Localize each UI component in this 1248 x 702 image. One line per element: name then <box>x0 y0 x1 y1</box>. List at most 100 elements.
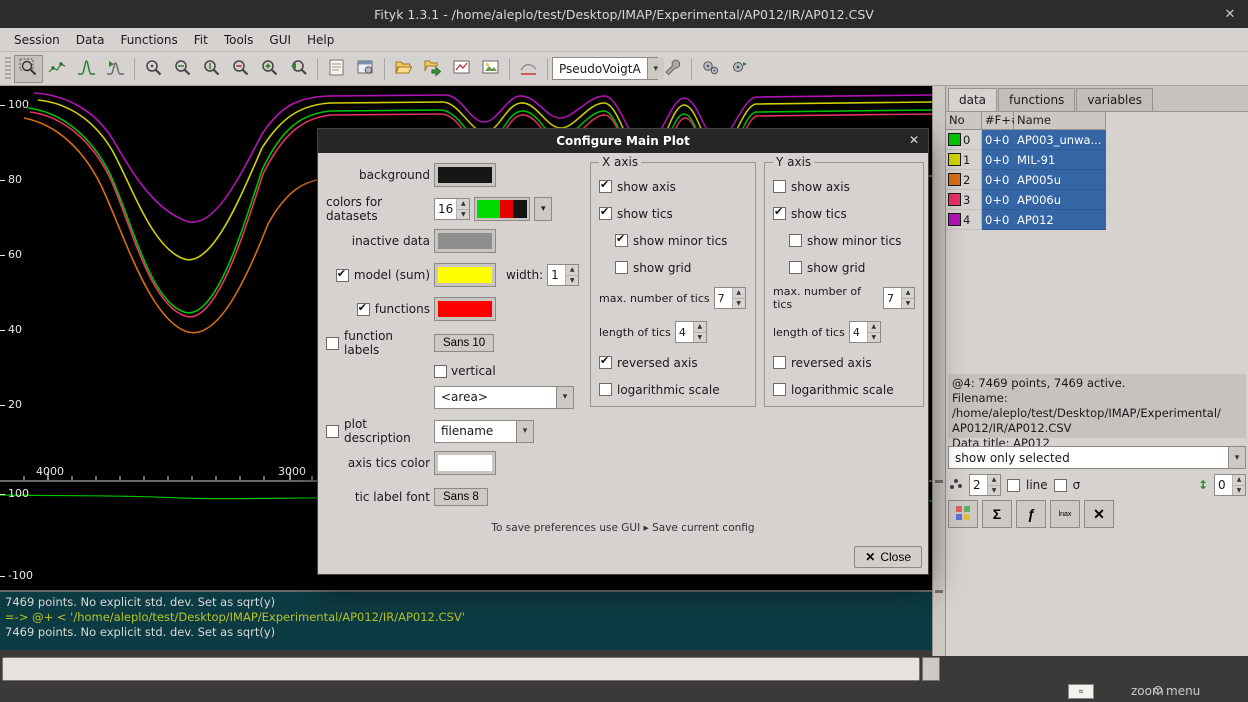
y-show-tics-checkbox[interactable] <box>773 207 786 220</box>
input-history-button[interactable] <box>922 657 940 681</box>
spin-down-icon[interactable]: ▼ <box>868 333 880 343</box>
toolbar-grip[interactable] <box>5 57 11 81</box>
plot-description-checkbox[interactable] <box>326 425 339 438</box>
line-checkbox[interactable] <box>1007 479 1020 492</box>
x-max-tics-spinner[interactable]: 7▲▼ <box>714 287 746 309</box>
shift-spinner[interactable]: 0▲▼ <box>1214 474 1246 496</box>
menu-item-session[interactable]: Session <box>6 30 68 50</box>
spin-down-icon[interactable]: ▼ <box>694 333 706 343</box>
dataset-row[interactable]: 3 0+0 AP006u <box>946 190 1248 210</box>
activate-peak-mode-button[interactable] <box>101 55 130 83</box>
x-show-tics-checkbox[interactable] <box>599 207 612 220</box>
model-color-button[interactable] <box>434 263 496 287</box>
splitter-handle[interactable] <box>935 480 943 483</box>
input-mode-badge[interactable]: ⌗ <box>1068 684 1094 699</box>
point-size-spinner[interactable]: 2▲▼ <box>969 474 1001 496</box>
sigma-checkbox[interactable] <box>1054 479 1067 492</box>
save-image-button[interactable] <box>476 55 505 83</box>
x-show-axis-checkbox[interactable] <box>599 180 612 193</box>
menu-item-help[interactable]: Help <box>299 30 342 50</box>
menu-item-gui[interactable]: GUI <box>261 30 299 50</box>
labels-font-button[interactable]: Sans 10 <box>434 334 494 352</box>
dataset-colors-count-spinner[interactable]: 16▲▼ <box>434 198 470 220</box>
open-data-button[interactable] <box>389 55 418 83</box>
delete-dataset-button[interactable]: ✕ <box>1084 500 1114 528</box>
data-range-mode-button[interactable] <box>43 55 72 83</box>
functions-color-button[interactable] <box>434 297 496 321</box>
close-button[interactable]: ✕ Close <box>854 546 922 568</box>
zoom-vertical-button[interactable] <box>197 55 226 83</box>
edit-function-button[interactable]: ƒ <box>1016 500 1046 528</box>
command-input[interactable] <box>2 657 920 681</box>
tab-variables[interactable]: variables <box>1076 88 1153 111</box>
model-width-spinner[interactable]: 1▲▼ <box>547 264 579 286</box>
y-log-scale-checkbox[interactable] <box>773 383 786 396</box>
run-fit-button[interactable] <box>696 55 725 83</box>
spin-up-icon[interactable]: ▲ <box>566 265 578 276</box>
zoom-mode-button[interactable] <box>14 55 43 83</box>
peak-type-combo[interactable]: PseudoVoigtA ▾ <box>552 57 658 80</box>
tic-font-button[interactable]: Sans 8 <box>434 488 488 506</box>
spin-down-icon[interactable]: ▼ <box>988 486 1000 496</box>
fit-settings-button[interactable] <box>725 55 754 83</box>
spin-up-icon[interactable]: ▲ <box>902 288 914 299</box>
y-show-grid-checkbox[interactable] <box>789 261 802 274</box>
statusbar-menu-label[interactable]: menu <box>1166 684 1200 698</box>
spin-up-icon[interactable]: ▲ <box>733 288 745 299</box>
zoom-all-button[interactable] <box>139 55 168 83</box>
menu-item-tools[interactable]: Tools <box>216 30 262 50</box>
spin-down-icon[interactable]: ▼ <box>733 299 745 309</box>
dataset-row[interactable]: 0 0+0 AP003_unwa... <box>946 130 1248 150</box>
x-tic-length-spinner[interactable]: 4▲▼ <box>675 321 707 343</box>
window-close-button[interactable]: ✕ <box>1220 4 1240 24</box>
background-color-button[interactable] <box>434 163 496 187</box>
spin-down-icon[interactable]: ▼ <box>566 276 578 286</box>
spin-down-icon[interactable]: ▼ <box>902 299 914 309</box>
dataset-row[interactable]: 4 0+0 AP012 <box>946 210 1248 230</box>
label-content-dropdown[interactable]: <area>▾ <box>434 386 574 409</box>
export-data-button[interactable] <box>418 55 447 83</box>
output-log-button[interactable] <box>322 55 351 83</box>
spin-up-icon[interactable]: ▲ <box>694 322 706 333</box>
print-plot-button[interactable] <box>447 55 476 83</box>
x-show-minor-tics-checkbox[interactable] <box>615 234 628 247</box>
auto-add-button[interactable] <box>658 55 687 83</box>
spin-up-icon[interactable]: ▲ <box>988 475 1000 486</box>
menu-item-data[interactable]: Data <box>68 30 113 50</box>
menu-item-fit[interactable]: Fit <box>186 30 216 50</box>
spin-down-icon[interactable]: ▼ <box>457 210 469 220</box>
y-max-tics-spinner[interactable]: 7▲▼ <box>883 287 915 309</box>
spin-up-icon[interactable]: ▲ <box>457 199 469 210</box>
zoom-horizontal-button[interactable] <box>168 55 197 83</box>
inactive-data-color-button[interactable] <box>434 229 496 253</box>
y-reversed-axis-checkbox[interactable] <box>773 356 786 369</box>
dataset-row[interactable]: 2 0+0 AP005u <box>946 170 1248 190</box>
add-peak-mode-button[interactable] <box>72 55 101 83</box>
filter-dropdown[interactable]: show only selected ▾ <box>948 446 1246 469</box>
vertical-scrollbar[interactable] <box>932 86 946 656</box>
sum-datasets-button[interactable]: Σ <box>982 500 1012 528</box>
spin-up-icon[interactable]: ▲ <box>1233 475 1245 486</box>
tab-data[interactable]: data <box>948 88 997 111</box>
menu-item-functions[interactable]: Functions <box>112 30 185 50</box>
x-show-grid-checkbox[interactable] <box>615 261 628 274</box>
y-tic-length-spinner[interactable]: 4▲▼ <box>849 321 881 343</box>
description-dropdown[interactable]: filename▾ <box>434 420 534 443</box>
x-log-scale-checkbox[interactable] <box>599 383 612 396</box>
splitter-handle[interactable] <box>935 590 943 593</box>
transform-data-button[interactable]: lnax <box>1050 500 1080 528</box>
function-labels-checkbox[interactable] <box>326 337 339 350</box>
spin-down-icon[interactable]: ▼ <box>1233 486 1245 496</box>
model-checkbox[interactable] <box>336 269 349 282</box>
dataset-row[interactable]: 1 0+0 MIL-91 <box>946 150 1248 170</box>
functions-checkbox[interactable] <box>357 303 370 316</box>
zoom-in-button[interactable] <box>255 55 284 83</box>
y-show-minor-tics-checkbox[interactable] <box>789 234 802 247</box>
vertical-checkbox[interactable] <box>434 365 447 378</box>
chevron-down-icon[interactable]: ▾ <box>534 197 552 221</box>
zoom-out-button[interactable] <box>226 55 255 83</box>
tab-functions[interactable]: functions <box>998 88 1075 111</box>
copy-dataset-button[interactable] <box>948 500 978 528</box>
x-reversed-axis-checkbox[interactable] <box>599 356 612 369</box>
spin-up-icon[interactable]: ▲ <box>868 322 880 333</box>
